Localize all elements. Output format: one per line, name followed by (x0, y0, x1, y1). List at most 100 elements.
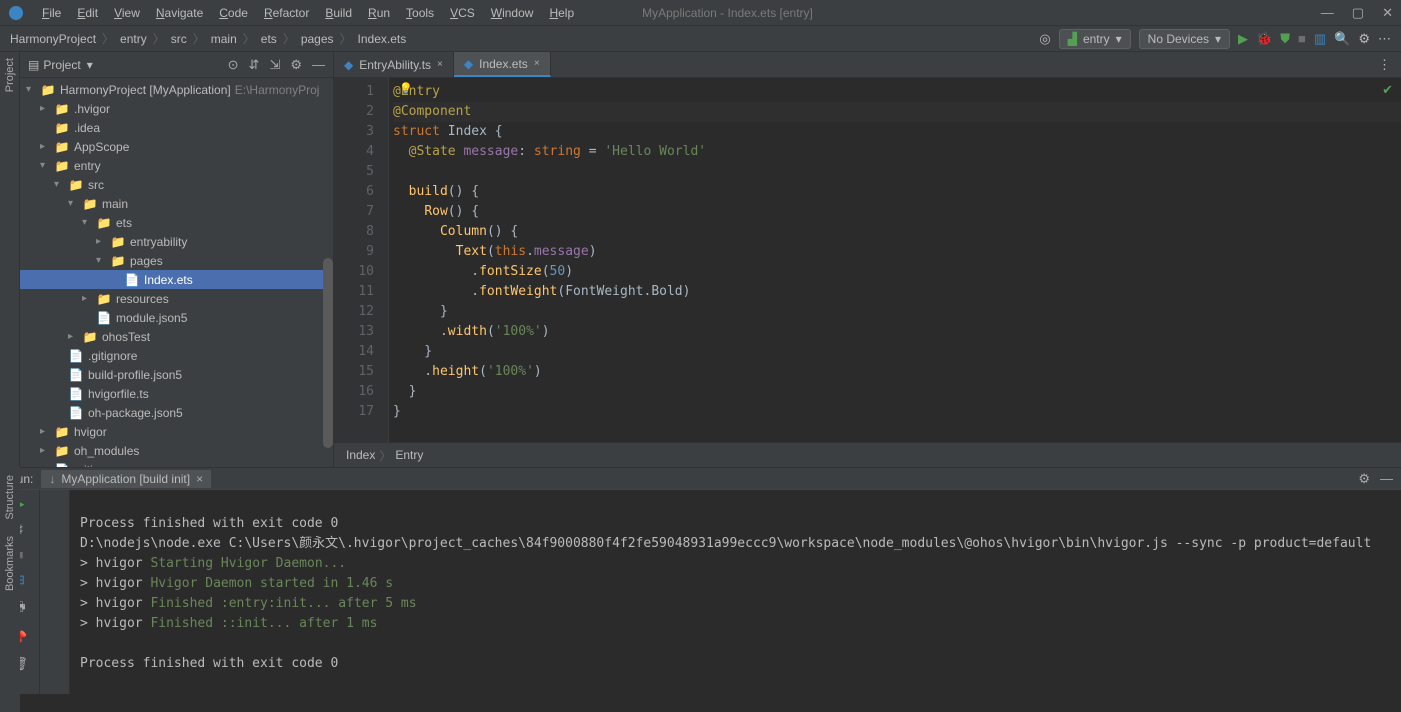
menu-refactor[interactable]: Refactor (256, 6, 317, 20)
close-icon[interactable]: ✕ (1382, 5, 1393, 21)
maximize-icon[interactable]: ▢ (1352, 5, 1364, 21)
close-tab-icon[interactable]: × (437, 59, 443, 70)
tab-actions-icon[interactable]: ⋮ (1378, 57, 1391, 73)
menu-window[interactable]: Window (483, 6, 542, 20)
tree-node[interactable]: ▾📁entry (20, 156, 333, 175)
tree-arrow-icon[interactable]: ▾ (54, 179, 68, 190)
tree-node[interactable]: 📄.gitignore (20, 346, 333, 365)
breadcrumb-segment[interactable]: HarmonyProject (10, 32, 96, 46)
code-line[interactable]: .fontSize(50) (393, 262, 1401, 282)
hide-run-icon[interactable]: — (1380, 471, 1393, 487)
tree-arrow-icon[interactable]: ▸ (96, 236, 110, 247)
menu-code[interactable]: Code (211, 6, 256, 20)
menu-navigate[interactable]: Navigate (148, 6, 211, 20)
tree-node[interactable]: ▾📁pages (20, 251, 333, 270)
tree-arrow-icon[interactable]: ▸ (68, 331, 82, 342)
code-line[interactable]: Column() { (393, 222, 1401, 242)
code-line[interactable]: .height('100%') (393, 362, 1401, 382)
tree-node[interactable]: ▸📁AppScope (20, 137, 333, 156)
tree-node[interactable]: ▾📁HarmonyProject [MyApplication]E:\Harmo… (20, 80, 333, 99)
breadcrumb-segment[interactable]: entry (120, 32, 147, 46)
minimize-icon[interactable]: — (1321, 5, 1334, 21)
panel-settings-icon[interactable]: ⚙ (290, 57, 302, 73)
code-line[interactable]: } (393, 302, 1401, 322)
tree-node[interactable]: 📁.idea (20, 118, 333, 137)
bookmarks-tool-button[interactable]: Bookmarks (4, 536, 16, 591)
debug-button[interactable]: 🐞 (1256, 31, 1272, 47)
close-tab-icon[interactable]: × (534, 58, 540, 69)
run-tab[interactable]: ↓ MyApplication [build init] × (41, 470, 211, 488)
menu-vcs[interactable]: VCS (442, 6, 483, 20)
intention-bulb-icon[interactable]: 💡 (399, 82, 413, 95)
tree-node[interactable]: 📄oh-package.json5 (20, 403, 333, 422)
chevron-down-icon[interactable]: ▾ (87, 58, 93, 72)
breadcrumb-segment[interactable]: Index.ets (358, 32, 407, 46)
menu-edit[interactable]: Edit (69, 6, 106, 20)
code-line[interactable] (393, 162, 1401, 182)
tree-arrow-icon[interactable]: ▸ (40, 103, 54, 114)
editor-tab[interactable]: ◆EntryAbility.ts× (334, 52, 454, 77)
close-tab-icon[interactable]: × (196, 472, 203, 486)
stop-button[interactable]: ■ (1298, 31, 1306, 46)
tree-arrow-icon[interactable]: ▸ (40, 445, 54, 456)
settings-icon[interactable]: ⚙ (1358, 31, 1370, 47)
tree-node[interactable]: 📄module.json5 (20, 308, 333, 327)
tree-arrow-icon[interactable]: ▾ (96, 255, 110, 266)
tree-node[interactable]: ▸📁oh_modules (20, 441, 333, 460)
tree-node[interactable]: ▸📁.hvigor (20, 99, 333, 118)
menu-tools[interactable]: Tools (398, 6, 442, 20)
tree-node[interactable]: ▸📁ohosTest (20, 327, 333, 346)
tree-node[interactable]: ▾📁ets (20, 213, 333, 232)
tree-arrow-icon[interactable]: ▾ (68, 198, 82, 209)
code-line[interactable]: .width('100%') (393, 322, 1401, 342)
run-output[interactable]: Process finished with exit code 0D:\node… (70, 490, 1401, 694)
collapse-all-icon[interactable]: ⇲ (269, 57, 280, 73)
tree-node[interactable]: ▾📁main (20, 194, 333, 213)
code-line[interactable]: Text(this.message) (393, 242, 1401, 262)
run-config-selector[interactable]: ▟ entry ▾ (1059, 29, 1131, 49)
code-line[interactable]: } (393, 402, 1401, 422)
code-line[interactable]: Row() { (393, 202, 1401, 222)
code-line[interactable]: @Entry (393, 82, 1401, 102)
breadcrumb-segment[interactable]: src (171, 32, 187, 46)
target-icon[interactable]: ◎ (1039, 31, 1050, 47)
menu-file[interactable]: File (34, 6, 69, 20)
tree-node[interactable]: 📄.gitignore (20, 460, 333, 467)
structure-tool-button[interactable]: Structure (4, 475, 16, 520)
tree-node[interactable]: 📄build-profile.json5 (20, 365, 333, 384)
tree-arrow-icon[interactable]: ▾ (40, 160, 54, 171)
search-icon[interactable]: 🔍 (1334, 31, 1350, 47)
tree-node[interactable]: 📄hvigorfile.ts (20, 384, 333, 403)
run-settings-icon[interactable]: ⚙ (1358, 471, 1370, 487)
breadcrumb-segment[interactable]: pages (301, 32, 334, 46)
expand-all-icon[interactable]: ⇵ (249, 57, 260, 73)
menu-build[interactable]: Build (317, 6, 360, 20)
code-line[interactable]: build() { (393, 182, 1401, 202)
device-manager-icon[interactable]: ▥ (1314, 31, 1326, 47)
tree-arrow-icon[interactable]: ▸ (82, 293, 96, 304)
code-line[interactable]: struct Index { (393, 122, 1401, 142)
more-icon[interactable]: ⋯ (1378, 31, 1391, 47)
coverage-button[interactable]: ⛊ (1280, 31, 1290, 47)
tree-arrow-icon[interactable]: ▸ (40, 141, 54, 152)
tree-arrow-icon[interactable]: ▸ (40, 426, 54, 437)
editor-code[interactable]: @Entry@Componentstruct Index { @State me… (389, 78, 1401, 442)
breadcrumb-segment[interactable]: main (211, 32, 237, 46)
menu-help[interactable]: Help (541, 6, 582, 20)
select-opened-icon[interactable]: ⊙ (228, 57, 239, 73)
hide-panel-icon[interactable]: — (312, 57, 325, 73)
editor-body[interactable]: 1234567891011121314151617 @Entry@Compone… (334, 78, 1401, 442)
menu-run[interactable]: Run (360, 6, 398, 20)
editor-crumb-segment[interactable]: Entry (395, 448, 423, 462)
tree-arrow-icon[interactable]: ▾ (82, 217, 96, 228)
editor-crumb-segment[interactable]: Index (346, 448, 375, 462)
device-selector[interactable]: No Devices ▾ (1139, 29, 1230, 49)
code-line[interactable]: @Component (393, 102, 1401, 122)
code-line[interactable]: .fontWeight(FontWeight.Bold) (393, 282, 1401, 302)
tree-node[interactable]: ▸📁entryability (20, 232, 333, 251)
tree-arrow-icon[interactable]: ▾ (26, 84, 40, 95)
code-line[interactable]: @State message: string = 'Hello World' (393, 142, 1401, 162)
project-tool-button[interactable]: Project (4, 58, 16, 92)
run-button[interactable]: ▶ (1238, 31, 1248, 47)
tree-node[interactable]: ▸📁hvigor (20, 422, 333, 441)
